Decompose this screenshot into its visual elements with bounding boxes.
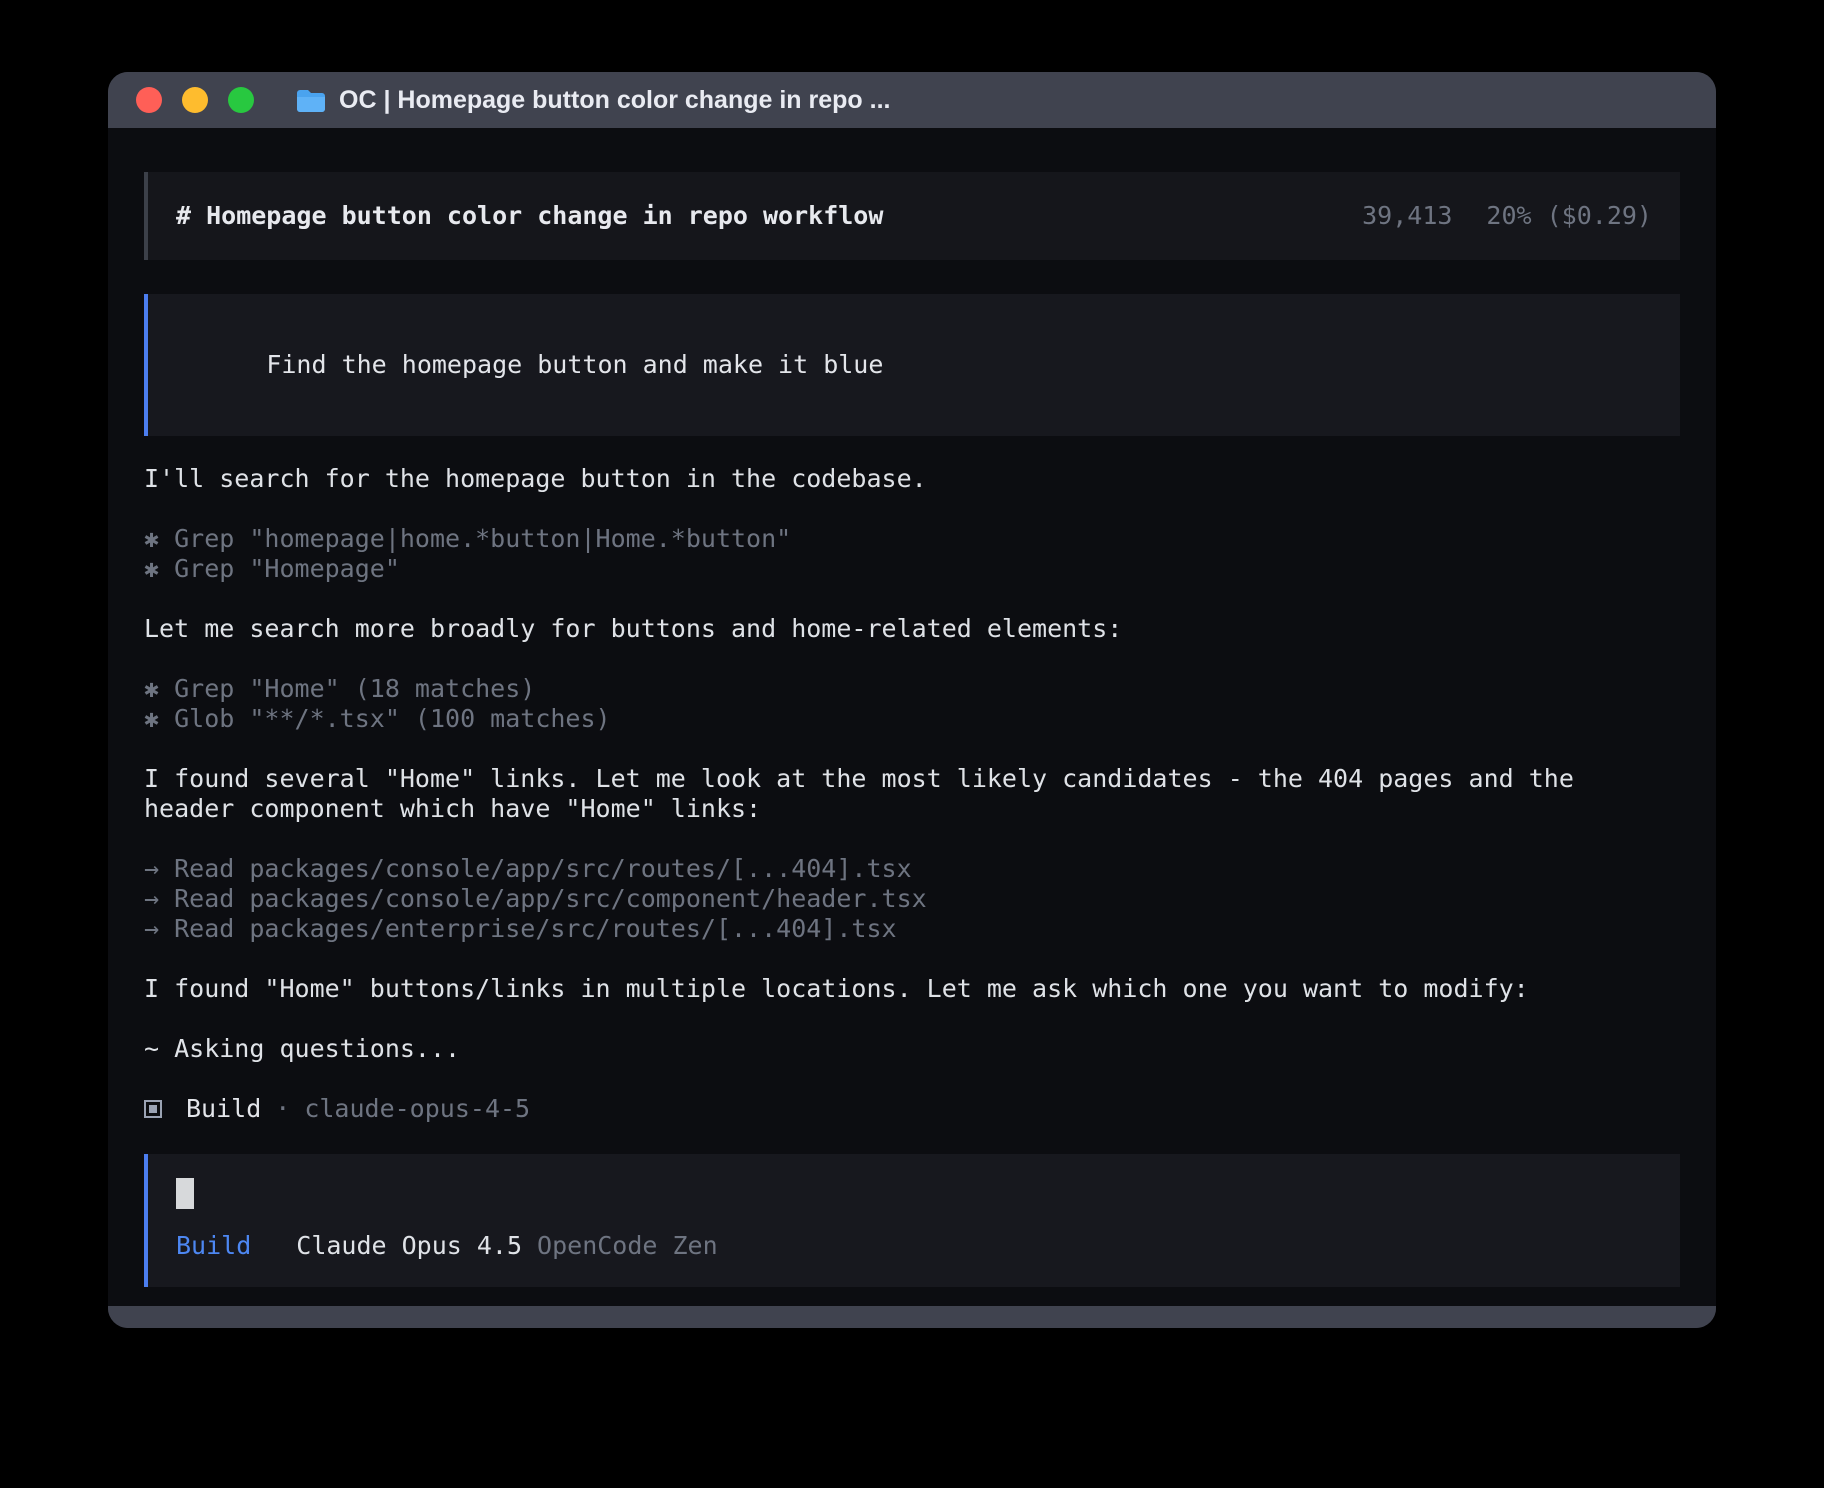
assistant-paragraph: Let me search more broadly for buttons a…	[144, 614, 1604, 644]
agent-separator: ·	[275, 1094, 290, 1124]
model-line: Build Claude Opus 4.5 OpenCode Zen	[176, 1231, 1652, 1261]
zoom-button[interactable]	[228, 87, 254, 113]
agent-icon	[144, 1100, 162, 1118]
minimize-button[interactable]	[182, 87, 208, 113]
terminal-content: # Homepage button color change in repo w…	[108, 128, 1716, 1306]
token-count: 39,413	[1362, 201, 1452, 231]
conversation: I'll search for the homepage button in t…	[144, 464, 1680, 1124]
tool-call-group: ✱ Grep "Home" (18 matches) ✱ Glob "**/*.…	[144, 674, 1680, 734]
tool-call-line: → Read packages/enterprise/src/routes/[.…	[144, 914, 1680, 944]
context-usage: 20% ($0.29)	[1486, 201, 1652, 231]
tool-call-line: → Read packages/console/app/src/componen…	[144, 884, 1680, 914]
mode-label: Build	[176, 1231, 251, 1261]
session-title: # Homepage button color change in repo w…	[176, 201, 883, 231]
model-name: Claude Opus 4.5	[296, 1231, 522, 1261]
session-stats: 39,413 20% ($0.29)	[1362, 201, 1652, 231]
traffic-lights	[136, 87, 254, 113]
agent-model: claude-opus-4-5	[304, 1094, 530, 1124]
text-cursor	[176, 1178, 194, 1209]
terminal-window: OC | Homepage button color change in rep…	[108, 72, 1716, 1328]
agent-name: Build	[186, 1094, 261, 1124]
tool-call-line: ✱ Grep "Homepage"	[144, 554, 1680, 584]
asking-questions-status: ~ Asking questions...	[144, 1034, 1680, 1064]
tool-call-line: ✱ Grep "homepage|home.*button|Home.*butt…	[144, 524, 1680, 554]
assistant-paragraph: I'll search for the homepage button in t…	[144, 464, 1604, 494]
window-title: OC | Homepage button color change in rep…	[339, 86, 890, 115]
tool-call-line: → Read packages/console/app/src/routes/[…	[144, 854, 1680, 884]
window-titlebar[interactable]: OC | Homepage button color change in rep…	[108, 72, 1716, 128]
assistant-paragraph: I found several "Home" links. Let me loo…	[144, 764, 1604, 824]
close-button[interactable]	[136, 87, 162, 113]
tool-call-line: ✱ Glob "**/*.tsx" (100 matches)	[144, 704, 1680, 734]
tool-call-group: → Read packages/console/app/src/routes/[…	[144, 854, 1680, 944]
window-bottom-chrome	[108, 1306, 1716, 1328]
user-message: Find the homepage button and make it blu…	[144, 294, 1680, 436]
prompt-input[interactable]: Build Claude Opus 4.5 OpenCode Zen	[144, 1154, 1680, 1287]
tool-call-line: ✱ Grep "Home" (18 matches)	[144, 674, 1680, 704]
session-header: # Homepage button color change in repo w…	[144, 172, 1680, 260]
user-message-text: Find the homepage button and make it blu…	[266, 350, 883, 379]
folder-icon	[296, 88, 326, 113]
assistant-paragraph: I found "Home" buttons/links in multiple…	[144, 974, 1604, 1004]
agent-row: Build · claude-opus-4-5	[144, 1094, 1680, 1124]
tool-call-group: ✱ Grep "homepage|home.*button|Home.*butt…	[144, 524, 1680, 584]
provider-name: OpenCode Zen	[537, 1231, 718, 1261]
